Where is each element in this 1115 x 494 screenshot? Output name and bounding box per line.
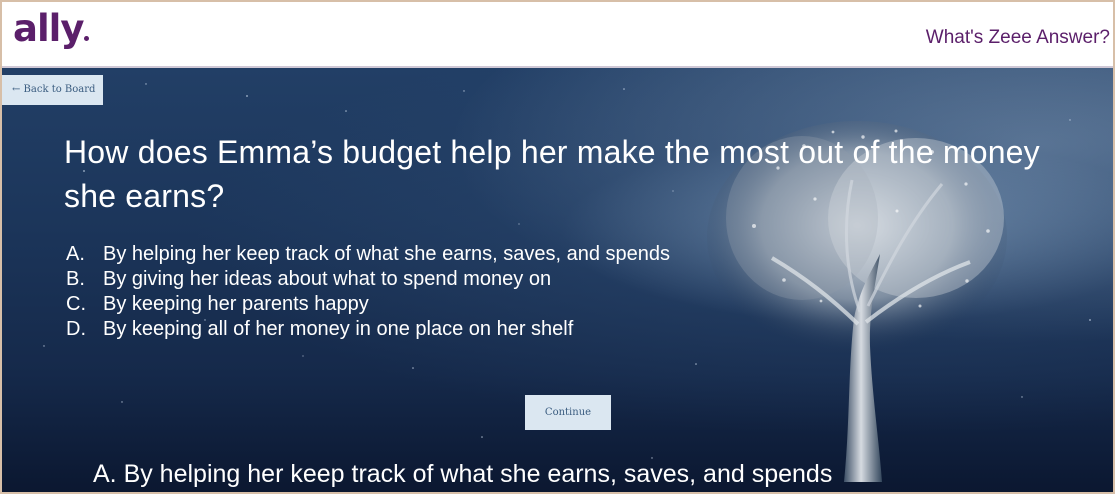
answer-choice-d[interactable]: D. By keeping all of her money in one pl… <box>66 317 670 342</box>
game-title: What's Zeee Answer? <box>925 27 1110 48</box>
choice-letter: D. <box>66 318 86 340</box>
back-to-board-button[interactable]: ← Back to Board <box>2 75 104 105</box>
answer-choice-c[interactable]: C. By keeping her parents happy <box>66 292 670 317</box>
answer-choice-a[interactable]: A. By helping her keep track of what she… <box>66 242 670 267</box>
answer-choice-b[interactable]: B. By giving her ideas about what to spe… <box>66 267 670 292</box>
question-stage: ← Back to Board How does Emma’s budget h… <box>2 68 1113 492</box>
choice-text: By keeping her parents happy <box>103 293 369 315</box>
choice-letter: A. <box>66 243 85 265</box>
logo-text: ally <box>13 7 84 50</box>
choice-text: By giving her ideas about what to spend … <box>103 268 552 290</box>
ally-logo: ally <box>13 7 90 50</box>
continue-button[interactable]: Continue <box>525 395 611 430</box>
logo-dot <box>84 36 90 41</box>
choice-letter: C. <box>66 293 86 315</box>
app-window: ally What's Zeee Answer? ← Back to Board… <box>0 0 1115 494</box>
question-text: How does Emma’s budget help her make the… <box>64 134 1040 214</box>
choice-letter: B. <box>66 268 85 290</box>
revealed-answer: A. By helping her keep track of what she… <box>93 460 833 488</box>
answer-choices-list: A. By helping her keep track of what she… <box>66 242 670 342</box>
header: ally What's Zeee Answer? <box>2 2 1113 68</box>
choice-text: By keeping all of her money in one place… <box>103 318 574 340</box>
choice-text: By helping her keep track of what she ea… <box>103 243 671 265</box>
